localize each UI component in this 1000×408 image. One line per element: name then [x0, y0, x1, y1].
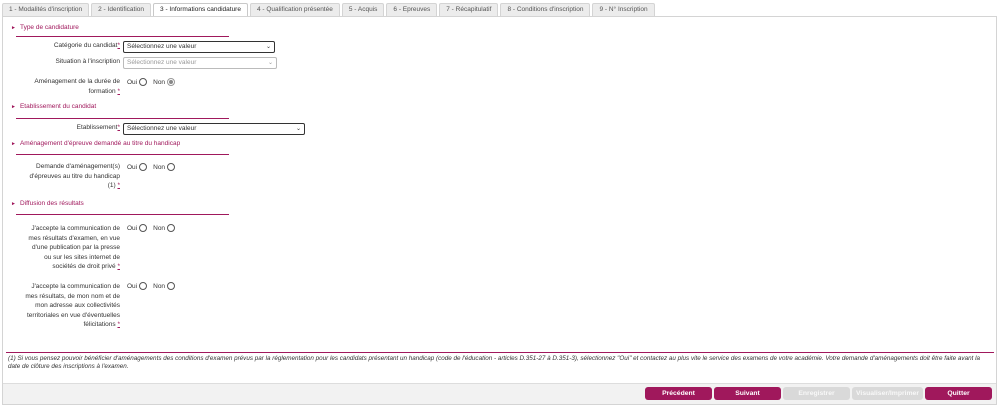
etablissement-select-value: Sélectionnez une valeur: [127, 125, 197, 132]
demande-amenagement-label: Demande d'aménagement(s) d'épreuves au t…: [13, 162, 121, 191]
etablissement-label: Etablissement*: [13, 123, 120, 133]
section-title-label: Etablissement du candidat: [19, 103, 97, 110]
button-bar: Précédent Suivant Enregistrer Visualiser…: [3, 383, 996, 404]
non-label: Non: [153, 78, 166, 86]
visualiser-imprimer-button[interactable]: Visualiser/Imprimer: [852, 387, 923, 400]
section-divider: [16, 118, 229, 119]
enregistrer-button[interactable]: Enregistrer: [783, 387, 850, 400]
chevron-down-icon: ⌄: [265, 44, 271, 50]
demande-amenagement-radios: Oui Non: [127, 163, 181, 171]
amenagement-duree-label-line1: Aménagement de la durée de: [34, 78, 120, 85]
accepte-presse-radios: Oui Non: [127, 224, 181, 232]
radio-oui[interactable]: [139, 163, 148, 171]
radio-oui[interactable]: [139, 282, 148, 290]
section-divider: [16, 154, 229, 155]
oui-label: Oui: [127, 163, 138, 171]
oui-label: Oui: [127, 224, 138, 232]
accepte-collectivites-line: félicitations: [83, 321, 116, 328]
form-panel: ► Type de candidature Catégorie du candid…: [2, 16, 997, 405]
caret-right-icon: ►: [11, 25, 16, 31]
radio-non[interactable]: [167, 224, 176, 232]
required-mark: *: [117, 42, 120, 49]
footnote-text: (1) Si vous pensez pouvoir bénéficier d'…: [8, 355, 980, 370]
accepte-presse-line: mes résultats d'examen, en vue: [28, 234, 120, 242]
demande-label-line3: (1): [107, 182, 116, 189]
categorie-label: Catégorie du candidat*: [13, 41, 120, 51]
situation-select[interactable]: Sélectionnez une valeur ⌄: [123, 57, 277, 69]
section-title-label: Diffusion des résultats: [19, 200, 84, 207]
radio-non[interactable]: [167, 163, 176, 171]
tab-bar: 1 - Modalités d'inscription 2 - Identifi…: [2, 3, 657, 17]
caret-right-icon: ►: [11, 201, 16, 207]
accepte-presse-line: d'une publication par la presse: [32, 244, 120, 251]
chevron-down-icon: ⌄: [295, 126, 301, 132]
oui-label: Oui: [127, 78, 138, 86]
demande-label-line2: d'épreuves au titre du handicap: [29, 172, 121, 180]
section-divider: [16, 36, 229, 37]
footnote-divider: [6, 352, 994, 353]
categorie-label-text: Catégorie du candidat: [53, 42, 118, 49]
radio-non[interactable]: [167, 282, 176, 290]
amenagement-duree-label: Aménagement de la durée de formation *: [13, 77, 120, 96]
caret-right-icon: ►: [11, 141, 16, 147]
section-diffusion: ► Diffusion des résultats: [11, 200, 84, 207]
accepte-collectivites-label: J'accepte la communication de mes résult…: [13, 282, 120, 330]
required-mark: *: [117, 182, 120, 189]
section-divider: [16, 214, 229, 215]
amenagement-duree-label-line2: formation: [88, 87, 116, 95]
required-mark: *: [117, 87, 120, 95]
accepte-presse-label: J'accepte la communication de mes résult…: [13, 224, 120, 272]
etablissement-label-text: Etablissement: [76, 124, 118, 131]
accepte-collectivites-line: territoriales en vue d'éventuelles: [26, 311, 120, 319]
amenagement-duree-radios: Oui Non: [127, 78, 181, 86]
accepte-collectivites-radios: Oui Non: [127, 282, 181, 290]
section-title-label: Type de candidature: [19, 24, 79, 31]
categorie-select[interactable]: Sélectionnez une valeur ⌄: [123, 41, 275, 53]
tab-acquis[interactable]: 5 - Acquis: [341, 3, 385, 16]
non-label: Non: [153, 224, 166, 232]
section-etablissement: ► Etablissement du candidat: [11, 103, 96, 110]
tab-conditions[interactable]: 8 - Conditions d'inscription: [500, 3, 591, 16]
radio-non[interactable]: [167, 78, 176, 86]
suivant-button[interactable]: Suivant: [714, 387, 781, 400]
accepte-presse-line: sociétés de droit privé: [52, 263, 116, 270]
non-label: Non: [153, 282, 166, 290]
tab-epreuves[interactable]: 6 - Epreuves: [386, 3, 438, 16]
required-mark: *: [117, 124, 120, 131]
tab-modalites[interactable]: 1 - Modalités d'inscription: [2, 3, 90, 16]
situation-select-value: Sélectionnez une valeur: [127, 59, 197, 66]
tab-recapitulatif[interactable]: 7 - Récapitulatif: [439, 3, 499, 16]
radio-oui[interactable]: [139, 78, 148, 86]
oui-label: Oui: [127, 282, 138, 290]
section-handicap: ► Aménagement d'épreuve demandé au titre …: [11, 140, 180, 147]
accepte-collectivites-line: J'accepte la communication de: [31, 283, 120, 290]
section-title-label: Aménagement d'épreuve demandé au titre d…: [19, 140, 181, 147]
tab-informations-candidature[interactable]: 3 - Informations candidature: [153, 3, 248, 17]
accepte-collectivites-line: mon adresse aux collectivités: [35, 302, 120, 309]
accepte-presse-line: J'accepte la communication de: [31, 225, 120, 232]
accepte-collectivites-line: mes résultats, de mon nom et de: [25, 292, 120, 300]
radio-oui[interactable]: [139, 224, 148, 232]
categorie-select-value: Sélectionnez une valeur: [127, 43, 197, 50]
required-mark: *: [117, 263, 120, 270]
situation-label: Situation à l'inscription: [13, 57, 120, 67]
tab-numero-inscription[interactable]: 9 - N° Inscription: [592, 3, 655, 16]
non-label: Non: [153, 163, 166, 171]
caret-right-icon: ►: [11, 104, 16, 110]
chevron-down-icon: ⌄: [267, 60, 273, 66]
situation-label-text: Situation à l'inscription: [55, 58, 120, 65]
precedent-button[interactable]: Précédent: [645, 387, 712, 400]
section-type-candidature: ► Type de candidature: [11, 24, 79, 31]
tab-qualification[interactable]: 4 - Qualification présentée: [249, 3, 340, 16]
etablissement-select[interactable]: Sélectionnez une valeur ⌄: [123, 123, 305, 135]
required-mark: *: [117, 321, 120, 328]
quitter-button[interactable]: Quitter: [925, 387, 992, 400]
accepte-presse-line: ou sur les sites internet de: [44, 253, 120, 261]
tab-identification[interactable]: 2 - Identification: [91, 3, 152, 16]
demande-label-line1: Demande d'aménagement(s): [36, 163, 120, 170]
